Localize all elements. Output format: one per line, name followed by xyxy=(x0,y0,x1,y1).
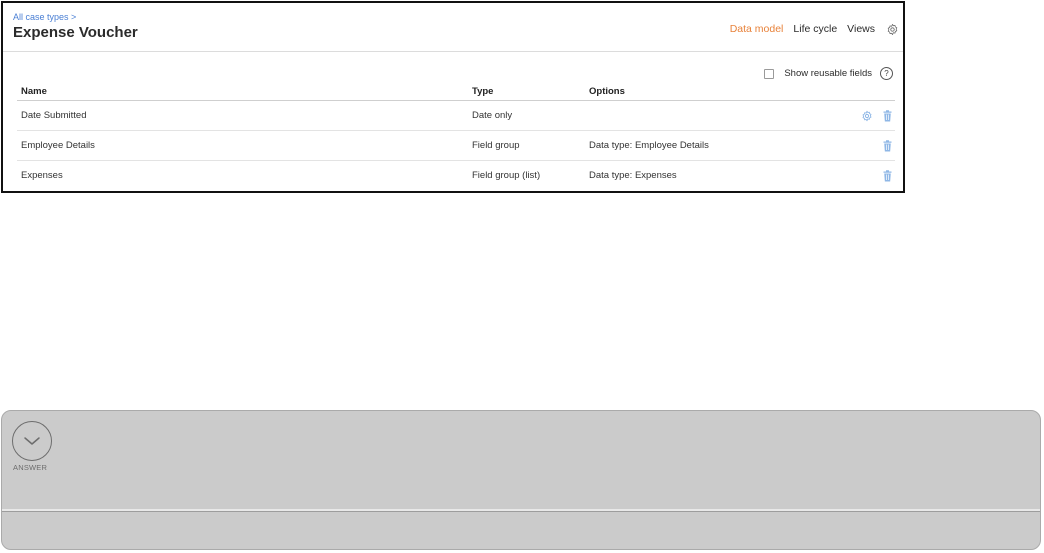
row-actions xyxy=(881,169,893,182)
table-row[interactable]: Employee Details Field group Data type: … xyxy=(17,131,895,161)
field-options: Data type: Expenses xyxy=(589,170,677,181)
trash-icon[interactable] xyxy=(881,169,893,182)
field-type: Date only xyxy=(472,110,513,121)
editor-header: All case types > Expense Voucher Data mo… xyxy=(3,3,903,52)
column-header-name[interactable]: Name xyxy=(21,86,47,97)
trash-icon[interactable] xyxy=(881,109,893,122)
field-type: Field group (list) xyxy=(472,170,541,181)
divider xyxy=(2,509,1040,512)
field-options: Data type: Employee Details xyxy=(589,140,709,151)
table-row[interactable]: Expenses Field group (list) Data type: E… xyxy=(17,161,895,190)
chevron-down-circle-icon[interactable] xyxy=(12,421,52,461)
tab-data-model[interactable]: Data model xyxy=(730,23,784,35)
help-circle-icon[interactable]: ? xyxy=(880,67,893,80)
field-name[interactable]: Expenses xyxy=(21,170,63,181)
page-title: Expense Voucher xyxy=(13,24,138,41)
field-name[interactable]: Employee Details xyxy=(21,140,95,151)
gear-icon[interactable] xyxy=(861,110,873,122)
table-row[interactable]: Date Submitted Date only xyxy=(17,101,895,131)
table-header: Name Type Options xyxy=(17,83,895,101)
show-reusable-fields-label: Show reusable fields xyxy=(784,68,872,79)
tab-views[interactable]: Views xyxy=(847,23,875,35)
case-type-editor: All case types > Expense Voucher Data mo… xyxy=(1,1,905,193)
trash-icon[interactable] xyxy=(881,139,893,152)
field-name[interactable]: Date Submitted xyxy=(21,110,86,121)
row-actions xyxy=(881,139,893,152)
answer-panel: ANSWER xyxy=(1,410,1041,550)
gear-icon[interactable] xyxy=(885,22,899,36)
header-tabs: Data model Life cycle Views xyxy=(730,22,899,36)
fields-table: Name Type Options Date Submitted Date on… xyxy=(17,83,895,190)
tab-life-cycle[interactable]: Life cycle xyxy=(793,23,837,35)
field-type: Field group xyxy=(472,140,520,151)
column-header-type[interactable]: Type xyxy=(472,86,493,97)
show-reusable-fields-checkbox[interactable] xyxy=(764,68,775,79)
column-header-options: Options xyxy=(589,86,625,97)
breadcrumb-all-case-types[interactable]: All case types > xyxy=(13,12,76,22)
row-actions xyxy=(861,109,893,122)
answer-label: ANSWER xyxy=(13,463,48,472)
show-reusable-fields-row: Show reusable fields ? xyxy=(764,67,893,80)
